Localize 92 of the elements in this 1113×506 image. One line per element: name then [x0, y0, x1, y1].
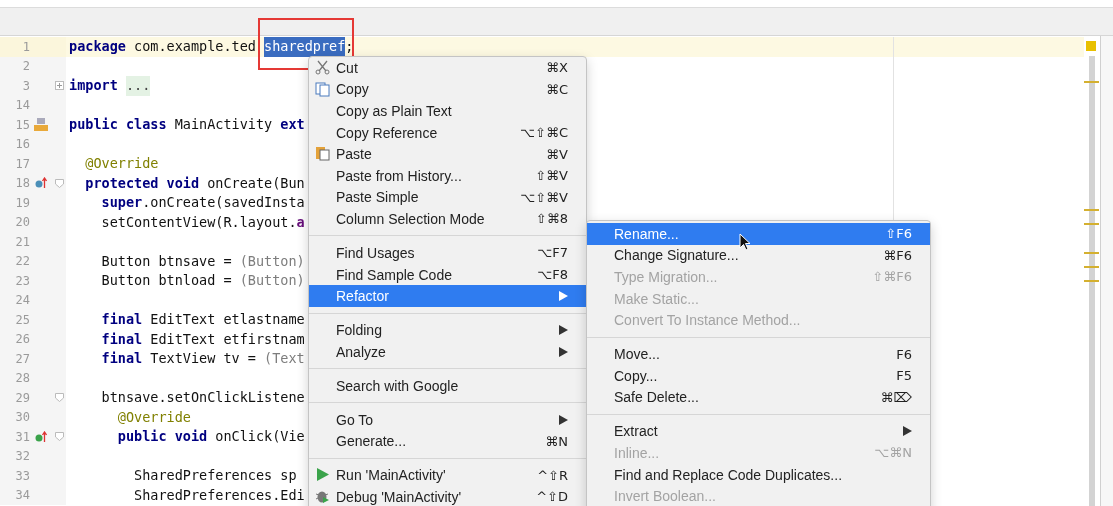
line-number: 23 [14, 273, 30, 288]
line-number: 2 [21, 59, 30, 74]
line-number: 31 [14, 429, 30, 444]
code-line: final TextView tv = (Text [100, 349, 305, 368]
fold-plus-icon[interactable] [54, 81, 64, 91]
menu-item[interactable]: Paste from History... ⇧⌘V [309, 164, 586, 187]
menu-item[interactable]: Change Signature... ⌘F6 [587, 244, 930, 267]
line-number: 15 [14, 117, 30, 132]
code-line: SharedPreferences.Edi [133, 485, 305, 505]
paste-icon [315, 146, 330, 162]
menu-item[interactable]: Find Usages ⌥F7 [309, 242, 586, 264]
line-number: 3 [21, 78, 30, 93]
menu-item[interactable]: Rename... ⇧F6 [587, 223, 930, 245]
mouse-pointer-icon [739, 233, 751, 251]
warning-stripe[interactable] [1084, 280, 1099, 282]
line-number: 28 [14, 371, 30, 386]
menu-item[interactable]: Paste Simple ⌥⇧⌘V [309, 186, 586, 209]
override-icon[interactable] [35, 177, 47, 190]
submenu-arrow-icon [559, 325, 568, 336]
fold-minus-icon[interactable] [54, 432, 64, 442]
code-line: final EditText etlastname [100, 310, 305, 329]
line-number: 17 [14, 156, 30, 171]
line-number: 29 [14, 390, 30, 405]
menu-item[interactable]: Move... F6 [587, 343, 930, 365]
class-icon [34, 117, 48, 132]
fold-minus-icon[interactable] [54, 393, 64, 403]
submenu-arrow-icon [559, 346, 568, 357]
line-number: 33 [14, 468, 30, 483]
code-line: public class MainActivity ext [69, 115, 305, 134]
code-line: super.onCreate(savedInsta [100, 193, 305, 212]
line-number: 22 [14, 254, 30, 269]
code-line: btnsave.setOnClickListene [100, 388, 305, 407]
warning-stripe[interactable] [1084, 209, 1099, 211]
line-number: 18 [14, 176, 30, 191]
menu-item[interactable]: Folding [309, 319, 586, 341]
code-line: Button btnsave = (Button) [100, 251, 305, 271]
menu-item[interactable]: Cut ⌘X [309, 57, 586, 79]
code-line: final EditText etfirstnam [100, 329, 305, 349]
code-line: protected void onCreate(Bun [84, 173, 305, 193]
fold-minus-icon[interactable] [54, 178, 64, 188]
warning-stripe[interactable] [1084, 223, 1099, 225]
line-number: 20 [14, 215, 30, 230]
menu-item[interactable]: Refactor [309, 285, 586, 307]
scissors-icon [315, 60, 330, 75]
warning-marker [1086, 41, 1096, 51]
warning-stripe[interactable] [1084, 81, 1099, 83]
menu-item[interactable]: Run 'MainActivity' ^⇧R [309, 464, 586, 487]
menu-item[interactable]: Analyze [309, 340, 586, 363]
code-line: SharedPreferences sp [133, 466, 297, 485]
line-number: 19 [14, 195, 30, 210]
line-number: 25 [14, 312, 30, 327]
override-icon[interactable] [35, 430, 47, 443]
menu-item[interactable]: Copy ⌘C [309, 78, 586, 101]
line-number: 1 [21, 39, 30, 54]
menu-item[interactable]: Safe Delete... ⌘⌦ [587, 386, 930, 409]
menu-item[interactable]: Column Selection Mode ⇧⌘8 [309, 208, 586, 230]
warning-stripe[interactable] [1084, 266, 1099, 268]
menu-item[interactable]: Search with Google [309, 374, 586, 397]
warning-stripe[interactable] [1084, 252, 1099, 254]
menu-item[interactable]: Paste ⌘V [309, 143, 586, 165]
scrollbar-track[interactable] [1089, 56, 1095, 506]
line-number: 30 [14, 410, 30, 425]
menu-item[interactable]: Go To [309, 408, 586, 431]
submenu-arrow-icon [559, 291, 568, 302]
line-number: 26 [14, 332, 30, 347]
menu-item[interactable]: Copy... F5 [587, 364, 930, 387]
menu-item[interactable]: Copy Reference ⌥⇧⌘C [309, 121, 586, 144]
line-number: 32 [14, 449, 30, 464]
line-number: 14 [14, 98, 30, 113]
code-line: Button btnload = (Button) [100, 271, 305, 290]
menu-item[interactable]: Debug 'MainActivity' ^⇧D [309, 486, 586, 506]
code-line: setContentView(R.layout.a [100, 212, 305, 232]
bug-icon [315, 489, 330, 505]
menu-item[interactable]: Find and Replace Code Duplicates... [587, 463, 930, 486]
menu-item[interactable]: Extract [587, 420, 930, 443]
line-number: 21 [14, 234, 30, 249]
submenu-arrow-icon [903, 426, 912, 437]
menu-item[interactable]: Copy as Plain Text [309, 100, 586, 122]
code-line: @Override [84, 154, 159, 173]
play-icon [315, 467, 330, 483]
submenu-arrow-icon [559, 414, 568, 425]
copy-icon [315, 81, 330, 97]
code-line: @Override [116, 407, 191, 427]
menu-item[interactable]: Find Sample Code ⌥F8 [309, 263, 586, 286]
menu-item[interactable]: Generate... ⌘N [309, 430, 586, 453]
code-line: public void onClick(Vie [116, 427, 305, 446]
line-number: 24 [14, 293, 30, 308]
code-line: import ... [69, 76, 151, 96]
line-number: 34 [14, 488, 30, 503]
line-number: 27 [14, 351, 30, 366]
code-line: package com.example.ted sharedpref; [69, 37, 354, 57]
line-number: 16 [14, 137, 30, 152]
